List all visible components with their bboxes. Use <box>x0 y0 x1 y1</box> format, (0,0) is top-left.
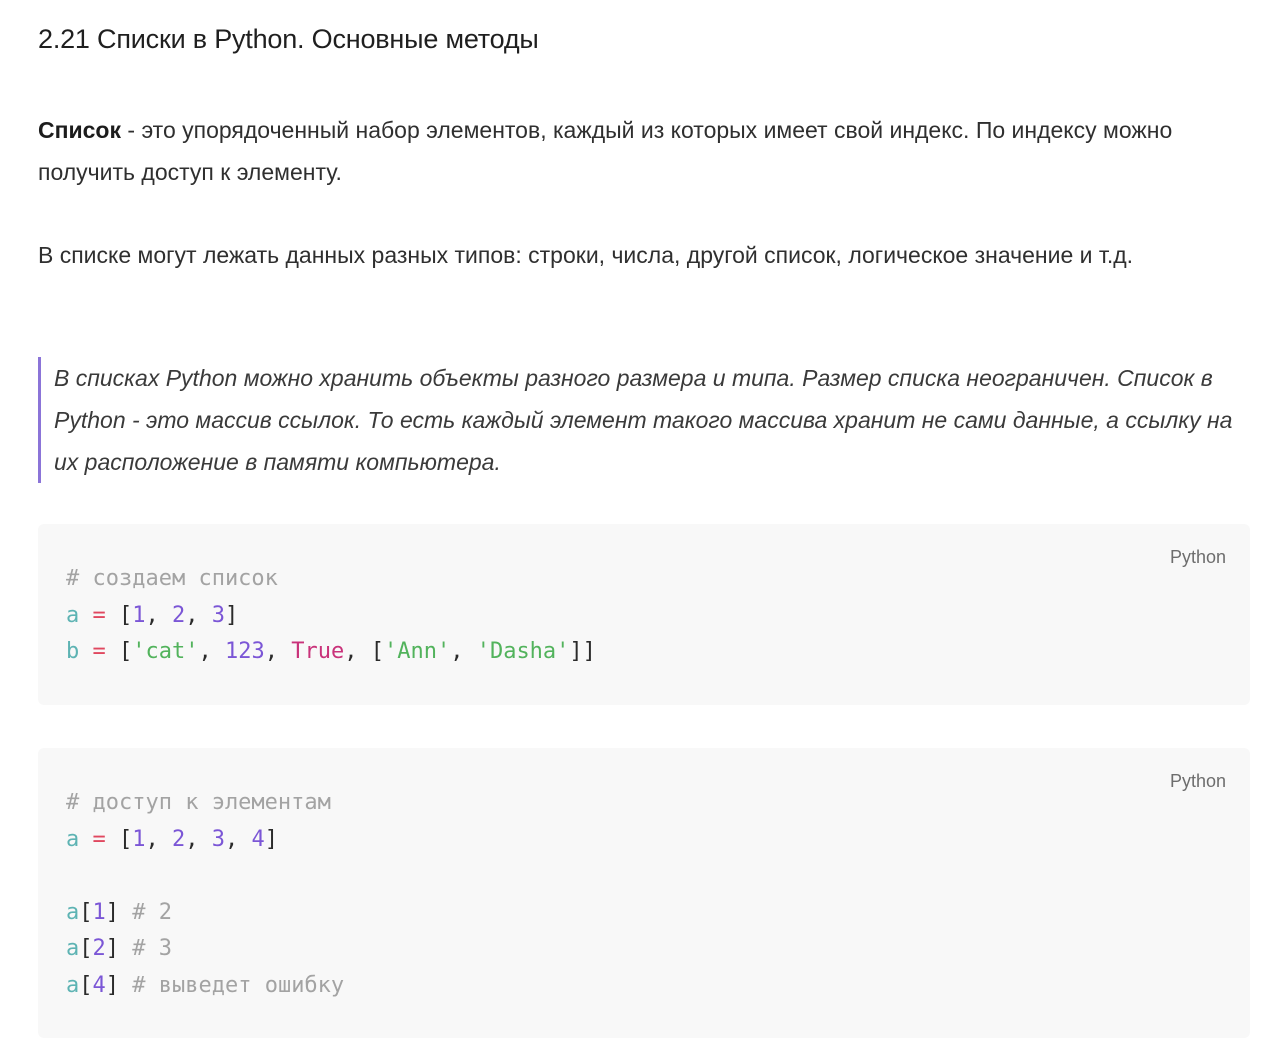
code-token-punc: , <box>185 602 212 628</box>
code-token-punc: ] <box>225 602 239 628</box>
code-block-create-list[interactable]: Python # создаем список a = [1, 2, 3] b = … <box>38 524 1250 705</box>
code-line: # доступ к элементам <box>66 785 344 822</box>
code-token-var: a <box>66 972 80 998</box>
code-token-punc: [ <box>79 936 93 961</box>
code-token-punc: [ <box>105 826 133 852</box>
code-token-var: a <box>66 936 80 961</box>
code-token-punc: ] <box>105 899 133 925</box>
code-block-access-elements[interactable]: Python # доступ к элементам a = [1, 2, 3,… <box>38 748 1250 1038</box>
code-line: a = [1, 2, 3, 4] <box>66 822 344 859</box>
code-token-bool: True <box>291 639 345 664</box>
code-token-var: a <box>66 826 80 852</box>
code-token-num: 2 <box>92 936 106 961</box>
code-token-str: 'Dasha' <box>476 639 570 664</box>
code-token-punc: , <box>145 602 172 628</box>
code-token-comment: # 3 <box>132 936 172 961</box>
code-token-punc <box>79 603 92 628</box>
code-token-punc: , <box>185 826 212 852</box>
code-token-num: 2 <box>172 602 186 628</box>
code-token-op: = <box>92 639 106 664</box>
code-token-punc: , <box>225 826 252 852</box>
code-token-var: a <box>66 602 80 628</box>
code-token-comment: # создаем список <box>66 566 278 591</box>
code-token-comment: # выведет ошибку <box>132 972 345 998</box>
term-bold: Список <box>38 117 121 143</box>
code-token-punc: ] <box>264 826 278 852</box>
code-lines: # доступ к элементам a = [1, 2, 3, 4] a[1]… <box>66 785 344 1004</box>
code-token-num: 1 <box>132 602 146 628</box>
code-token-num: 2 <box>172 826 186 852</box>
code-line: a = [1, 2, 3] <box>66 598 596 635</box>
code-token-punc <box>79 639 92 664</box>
code-token-num: 4 <box>251 826 265 852</box>
types-paragraph: В списке могут лежать данных разных типо… <box>38 242 1134 268</box>
definition-paragraph: Список - это упорядоченный набор элемент… <box>38 109 1238 193</box>
code-token-punc: [ <box>105 602 133 628</box>
code-token-punc: [ <box>105 639 133 664</box>
code-token-num: 3 <box>211 826 225 852</box>
code-line: a[1] # 2 <box>66 895 344 932</box>
code-language-label: Python <box>1169 547 1226 567</box>
code-token-op: = <box>92 602 106 628</box>
code-token-punc: , <box>198 639 225 664</box>
code-token-punc: , <box>450 639 477 664</box>
code-token-comment: # 2 <box>132 899 172 925</box>
code-token-punc: [ <box>79 899 93 925</box>
code-token-comment: # доступ к элементам <box>66 790 331 815</box>
code-token-punc: ]] <box>569 639 596 664</box>
code-token-num: 4 <box>92 972 106 998</box>
note-text: В списках Python можно хранить объекты р… <box>54 365 1233 475</box>
code-token-punc: ] <box>105 936 133 961</box>
code-token-num: 1 <box>92 899 106 925</box>
code-token-num: 1 <box>132 826 146 852</box>
code-line: a[4] # выведет ошибку <box>66 968 344 1005</box>
code-token-str: 'Ann' <box>383 639 451 664</box>
code-token-num: 123 <box>224 639 265 664</box>
definition-text: - это упорядоченный набор элементов, каж… <box>38 117 1173 185</box>
code-token-str: 'cat' <box>132 639 199 664</box>
code-token-num: 3 <box>211 602 225 628</box>
code-token-punc: , [ <box>344 639 384 664</box>
code-token-var: a <box>66 899 80 925</box>
page-title: 2.21 Списки в Python. Основные методы <box>38 24 539 54</box>
code-token-op: = <box>92 826 106 852</box>
code-lines: # создаем список a = [1, 2, 3] b = ['cat',… <box>66 561 596 671</box>
code-language-label: Python <box>1169 771 1226 791</box>
code-token-punc: , <box>145 826 172 852</box>
code-token-punc: ] <box>105 972 133 998</box>
code-token-var: b <box>66 639 80 664</box>
code-token-punc: , <box>264 639 292 664</box>
code-line: # создаем список <box>66 561 596 598</box>
code-line: a[2] # 3 <box>66 931 344 968</box>
code-token-punc <box>79 827 92 852</box>
code-line: b = ['cat', 123, True, ['Ann', 'Dasha']] <box>66 634 596 671</box>
note-blockquote: В списках Python можно хранить объекты р… <box>38 357 1238 483</box>
code-token-punc: [ <box>79 972 93 998</box>
